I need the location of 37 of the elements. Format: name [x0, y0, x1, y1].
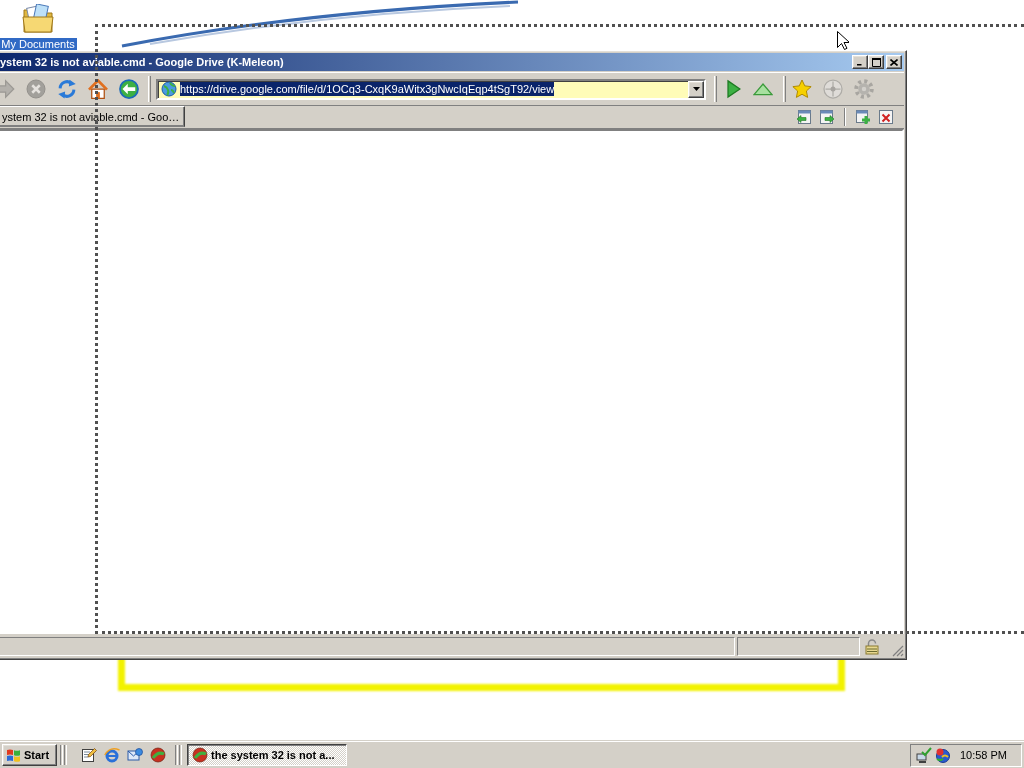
tab-bar-button[interactable] — [855, 108, 871, 125]
browser-tab[interactable]: ystem 32 is not aviable.cmd - Goo… — [0, 106, 186, 127]
tab-bar-button[interactable] — [819, 108, 835, 125]
folder-icon[interactable] — [22, 4, 54, 34]
tab-bar-button[interactable] — [878, 108, 894, 125]
windows-flag-icon — [6, 747, 22, 763]
clock[interactable]: 10:58 PM — [959, 749, 1007, 761]
stop-icon — [26, 79, 46, 99]
toolbar-button[interactable] — [86, 77, 110, 101]
close-button[interactable] — [886, 55, 902, 69]
minimize-button[interactable] — [852, 55, 868, 69]
caret-icon — [692, 87, 700, 91]
address-field[interactable]: https://drive.google.com/file/d/1OCq3-CxqK9aWitx3gNwcIqEqp4tSgT92/view — [156, 78, 706, 100]
tab-bar-button[interactable] — [796, 108, 812, 125]
arrow-icon — [0, 79, 15, 99]
compass-icon — [823, 79, 843, 99]
url-text: https://drive.google.com/file/d/1OCq3-CxqK9aWitx3gNwcIqEqp4tSgT92/view — [180, 83, 556, 95]
page-plus-icon — [855, 108, 871, 125]
maximize-icon — [871, 57, 881, 67]
close-icon — [878, 108, 894, 125]
window-title: ystem 32 is not aviable.cmd - Google Drive (K-Meleon) — [0, 56, 285, 68]
maximize-button[interactable] — [868, 55, 884, 69]
taskbar-button[interactable]: the system 32 is not a... — [187, 744, 347, 766]
network-icon[interactable] — [916, 747, 932, 763]
start-button[interactable]: Start — [2, 744, 57, 766]
padlock-icon — [864, 638, 880, 655]
ball-icon[interactable] — [192, 747, 208, 763]
toolbar-button[interactable] — [117, 77, 141, 101]
orb-icon[interactable] — [934, 747, 950, 763]
reload-icon — [57, 79, 77, 99]
home-icon — [88, 79, 108, 99]
gear-icon — [854, 79, 874, 99]
resize-grip-icon[interactable] — [892, 645, 904, 657]
globe-icon — [161, 81, 177, 97]
star-icon — [792, 79, 812, 99]
dropdown-button[interactable] — [688, 80, 704, 98]
close-icon — [890, 58, 898, 66]
